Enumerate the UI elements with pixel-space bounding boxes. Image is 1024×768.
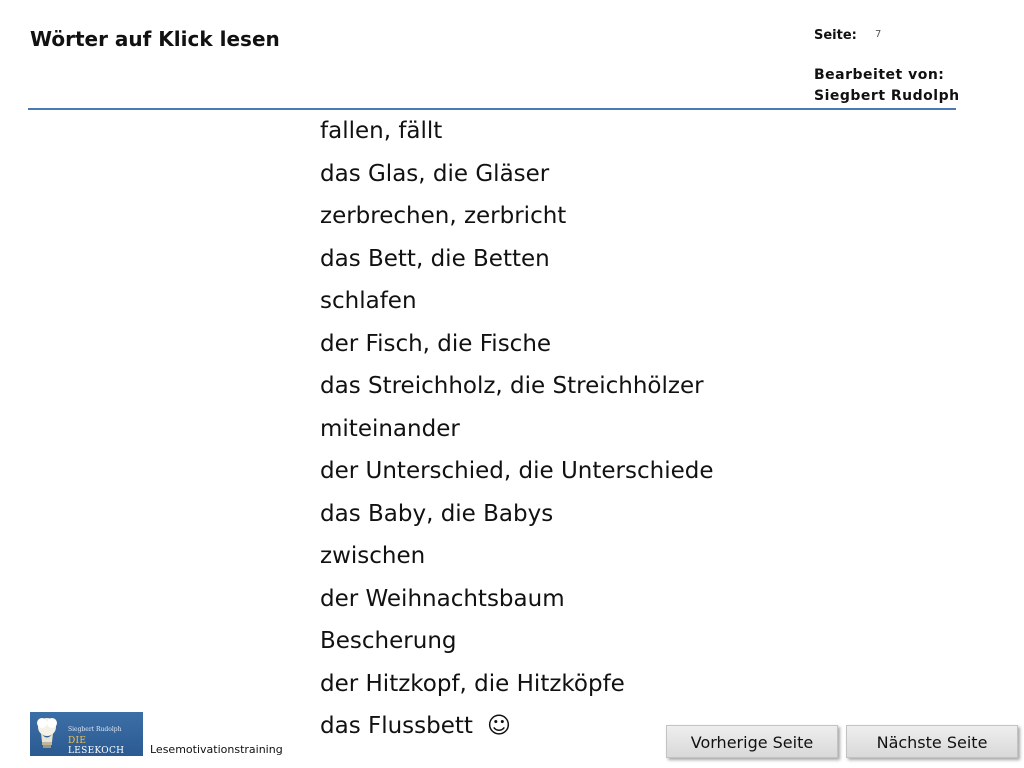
word-text[interactable]: das Streichholz, die Streichhölzer xyxy=(320,373,704,399)
logo-brand: DIE LESEKOCH xyxy=(68,736,143,756)
word-item-8[interactable]: miteinander xyxy=(320,408,714,451)
word-item-9[interactable]: der Unterschied, die Unterschiede xyxy=(320,450,714,493)
next-page-button[interactable]: Nächste Seite xyxy=(846,725,1018,758)
word-text[interactable]: das Bett, die Betten xyxy=(320,246,550,272)
word-text[interactable]: das Baby, die Babys xyxy=(320,501,553,527)
word-text[interactable]: fallen, fällt xyxy=(320,118,442,144)
word-text[interactable]: zwischen xyxy=(320,543,425,569)
lesekoch-logo: Siegbert Rudolph DIE LESEKOCH xyxy=(30,712,143,756)
page-number-label: Seite: xyxy=(814,28,857,43)
lightbulb-icon xyxy=(37,718,57,748)
word-item-12[interactable]: der Weihnachtsbaum xyxy=(320,578,714,621)
word-text[interactable]: zerbrechen, zerbricht xyxy=(320,203,566,229)
word-item-11[interactable]: zwischen xyxy=(320,535,714,578)
word-text[interactable]: der Unterschied, die Unterschiede xyxy=(320,458,714,484)
word-text[interactable]: das Glas, die Gläser xyxy=(320,161,549,187)
word-text[interactable]: das Flussbett xyxy=(320,713,473,739)
word-text[interactable]: der Weihnachtsbaum xyxy=(320,586,565,612)
logo-author: Siegbert Rudolph xyxy=(68,726,122,733)
word-item-1[interactable]: fallen, fällt xyxy=(320,110,714,153)
word-text[interactable]: der Hitzkopf, die Hitzköpfe xyxy=(320,671,625,697)
word-item-13[interactable]: Bescherung xyxy=(320,620,714,663)
word-item-5[interactable]: schlafen xyxy=(320,280,714,323)
slide-page: Wörter auf Klick lesen Seite: 7 Bearbeit… xyxy=(0,0,1024,768)
word-text[interactable]: der Fisch, die Fische xyxy=(320,331,551,357)
word-item-4[interactable]: das Bett, die Betten xyxy=(320,238,714,281)
page-title: Wörter auf Klick lesen xyxy=(30,27,280,51)
word-list: fallen, fällt das Glas, die Gläser zerbr… xyxy=(320,110,714,748)
editor-name: Siegbert Rudolph xyxy=(814,88,960,104)
word-item-6[interactable]: der Fisch, die Fische xyxy=(320,323,714,366)
logo-brand-prefix: DIE xyxy=(68,736,87,746)
word-item-2[interactable]: das Glas, die Gläser xyxy=(320,153,714,196)
editor-label: Bearbeitet von: xyxy=(814,67,945,83)
logo-brand-name: LESEKOCH xyxy=(68,746,125,756)
footer-label: Lesemotivationstraining xyxy=(150,743,283,756)
word-item-15[interactable]: das Flussbett ☺ xyxy=(320,705,714,748)
smiley-icon: ☺ xyxy=(486,713,511,739)
page-number: 7 xyxy=(875,29,882,40)
word-item-14[interactable]: der Hitzkopf, die Hitzköpfe xyxy=(320,663,714,706)
previous-page-button[interactable]: Vorherige Seite xyxy=(666,725,838,758)
word-item-10[interactable]: das Baby, die Babys xyxy=(320,493,714,536)
word-item-3[interactable]: zerbrechen, zerbricht xyxy=(320,195,714,238)
word-item-7[interactable]: das Streichholz, die Streichhölzer xyxy=(320,365,714,408)
word-text[interactable]: Bescherung xyxy=(320,628,457,654)
word-text[interactable]: schlafen xyxy=(320,288,417,314)
word-text[interactable]: miteinander xyxy=(320,416,460,442)
